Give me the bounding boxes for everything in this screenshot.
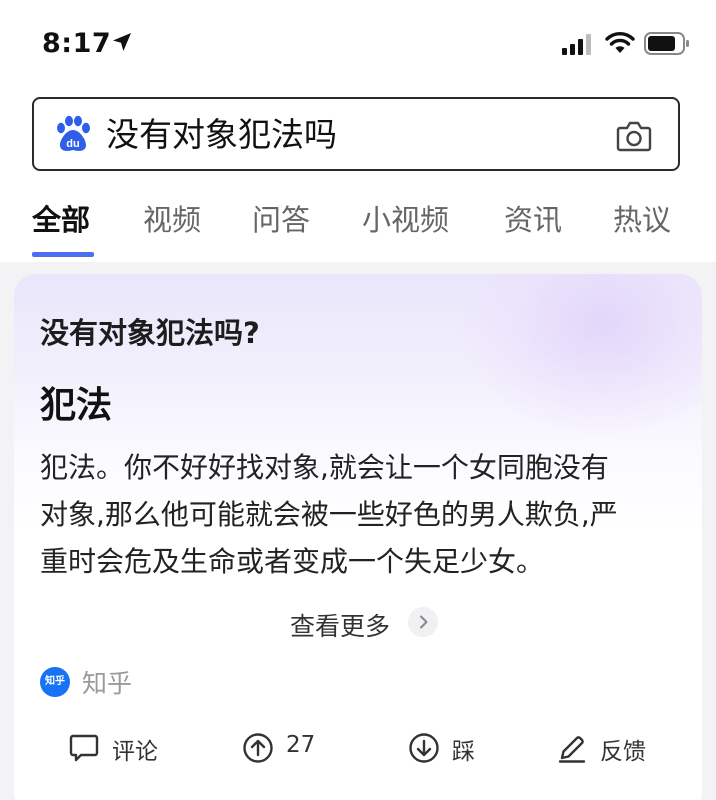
see-more-link[interactable]: 查看更多	[290, 607, 390, 643]
tab-short-video[interactable]: 小视频	[362, 196, 449, 244]
wifi-icon	[605, 32, 635, 53]
search-query-text[interactable]: 没有对象犯法吗	[106, 115, 337, 155]
status-time: 8:17	[42, 28, 112, 59]
status-bar: 8:17	[0, 0, 716, 90]
card-answer-heading: 犯法	[40, 385, 113, 426]
camera-icon[interactable]	[616, 120, 652, 152]
battery-icon	[644, 32, 689, 55]
result-tabs: 全部 视频 问答 小视频 资讯 热议	[0, 196, 716, 258]
svg-text:du: du	[66, 138, 79, 150]
answer-line: 犯法。你不好好找对象,就会让一个女同胞没有	[40, 451, 609, 484]
baidu-paw-icon: du	[57, 115, 90, 151]
search-input[interactable]: du 没有对象犯法吗	[32, 97, 680, 171]
answer-line: 重时会危及生命或者变成一个失足少女。	[40, 545, 545, 578]
card-question: 没有对象犯法吗?	[40, 316, 260, 350]
comment-label: 评论	[112, 739, 158, 765]
downvote-label: 踩	[452, 739, 475, 765]
tab-qa[interactable]: 问答	[252, 196, 310, 244]
tab-news[interactable]: 资讯	[504, 196, 562, 244]
answer-line: 对象,那么他可能就会被一些好色的男人欺负,严	[40, 498, 618, 531]
answer-card[interactable]: 没有对象犯法吗? 犯法 犯法。你不好好找对象,就会让一个女同胞没有 对象,那么他…	[14, 274, 702, 800]
feedback-label: 反馈	[600, 739, 646, 765]
location-arrow-icon	[113, 33, 131, 51]
comment-icon	[69, 734, 99, 762]
source-name[interactable]: 知乎	[82, 664, 132, 700]
card-actions: 评论 27 踩 反馈	[14, 728, 702, 778]
tab-trending[interactable]: 热议	[613, 196, 671, 244]
search-results-page: 8:17 du 没有对象犯法吗 全部 视频 问答 小视频 资讯 热议 没有对象犯…	[0, 0, 716, 800]
zhihu-logo-icon: 知乎	[40, 667, 70, 697]
active-tab-indicator	[32, 252, 94, 257]
chevron-right-icon[interactable]	[408, 607, 438, 637]
card-answer-body: 犯法。你不好好找对象,就会让一个女同胞没有 对象,那么他可能就会被一些好色的男人…	[40, 444, 680, 585]
signal-icon	[562, 34, 591, 55]
tab-all[interactable]: 全部	[32, 196, 90, 244]
upvote-count: 27	[286, 732, 316, 758]
upvote-icon	[243, 733, 273, 763]
card-decoration	[462, 274, 702, 434]
pencil-icon	[558, 736, 586, 763]
tab-video[interactable]: 视频	[143, 196, 201, 244]
downvote-icon	[409, 733, 439, 763]
